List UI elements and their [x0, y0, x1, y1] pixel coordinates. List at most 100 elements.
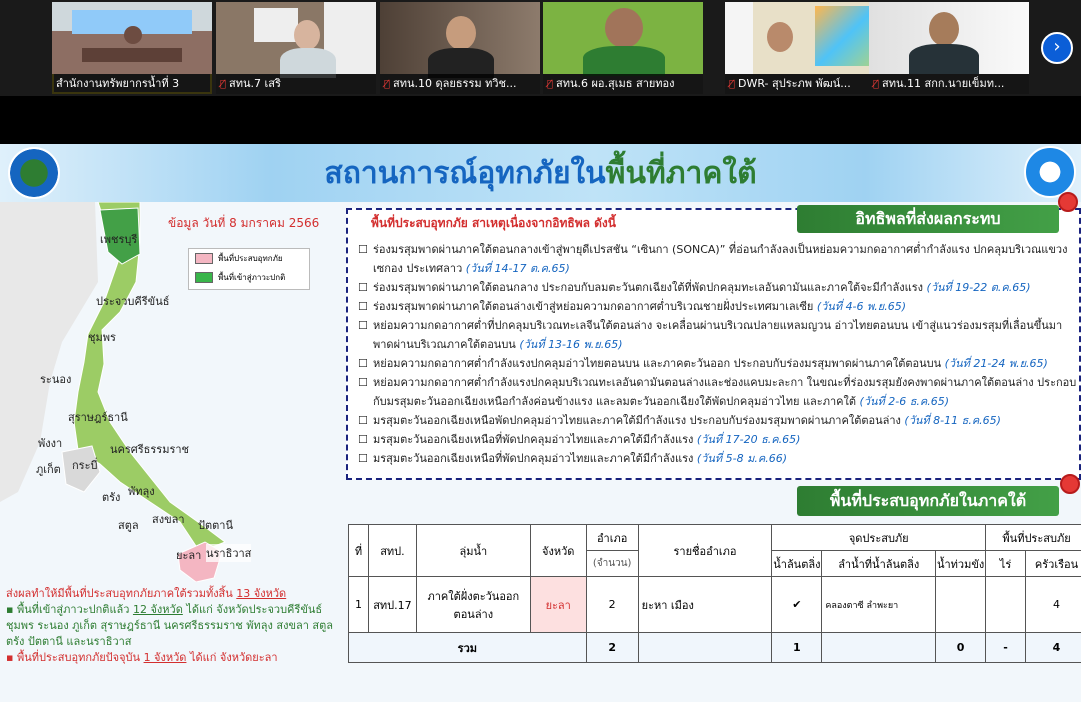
legend-swatch: [195, 272, 213, 283]
cell: [637, 632, 773, 663]
col-header: น้ำล้นตลิ่ง: [771, 550, 823, 577]
cell: ✔: [771, 576, 823, 633]
cell: 2: [585, 632, 639, 663]
person-head: [124, 26, 142, 44]
pushpin-icon: [1058, 192, 1078, 212]
cause-item: หย่อมความกดอากาศต่ำกำลังแรงปกคลุมอ่าวไทย…: [358, 354, 1078, 373]
cell: 4: [1025, 632, 1081, 663]
col-header-unit: (จำนวน): [585, 550, 639, 577]
cell: ยะลา: [529, 576, 587, 633]
person-body: [583, 46, 665, 76]
slide-title: สถานการณ์อุทกภัยในพื้นที่ภาคใต้: [324, 156, 757, 191]
participant-tile[interactable]: สำนักงานทรัพยากรน้ำที่ 3: [52, 2, 212, 94]
province-label: สตูล: [118, 519, 139, 532]
desk: [82, 48, 182, 62]
participant-tile[interactable]: 🎙̸ สทน.7 เสริ: [216, 2, 376, 94]
table-row: 1 สทป.17 ภาคใต้ฝั่งตะวันออก ตอนล่าง ยะลา…: [348, 576, 1081, 633]
participant-tile[interactable]: 🎙̸ DWR- สุประภพ พัฒน์...: [725, 2, 885, 94]
cause-title: พื้นที่ประสบอุทกภัย สาเหตุเนื่องจากอิทธิ…: [371, 216, 616, 230]
cell: [821, 632, 937, 663]
col-header: ที่: [348, 524, 369, 577]
col-header: ครัวเรือน: [1025, 550, 1081, 577]
summary-total: ส่งผลทำให้มีพื้นที่ประสบอุทกภัยภาคใต้รวม…: [6, 587, 287, 600]
cell: 4: [1025, 576, 1081, 633]
cell: ภาคใต้ฝั่งตะวันออก ตอนล่าง: [415, 576, 531, 633]
shared-slide: สถานการณ์อุทกภัยในพื้นที่ภาคใต้ ข้อมูล ว…: [0, 144, 1081, 702]
cause-item: ร่องมรสุมพาดผ่านภาคใต้ตอนกลางเข้าสู่พายุ…: [358, 240, 1078, 278]
cell: 0: [935, 632, 987, 663]
col-header: สทป.: [367, 524, 417, 577]
video-feed: [380, 2, 540, 78]
province-label: สงขลา: [152, 513, 185, 526]
affected-area-header: พื้นที่ประสบอุทกภัยในภาคใต้: [797, 486, 1059, 516]
participant-tile[interactable]: 🎙̸ สทน.10 ดุลยธรรม ทวิช...: [380, 2, 540, 94]
legend-swatch: [195, 253, 213, 264]
cause-item: มรสุมตะวันออกเฉียงเหนือที่พัดปกคลุมอ่าวไ…: [358, 430, 1078, 449]
province-label: ประจวบคีรีขันธ์: [96, 295, 170, 308]
col-header: ลำน้ำที่น้ำล้นตลิ่ง: [821, 550, 937, 577]
cell: คลองตาซี ลำพะยา: [821, 576, 937, 633]
province-label: พัทลุง: [128, 485, 155, 498]
province-label: ปัตตานี: [198, 519, 233, 532]
wall-frame: [254, 8, 298, 42]
participant-strip: สำนักงานทรัพยากรน้ำที่ 3 🎙̸ สทน.7 เสริ 🎙̸…: [0, 0, 1081, 96]
cell: -: [985, 632, 1026, 663]
cause-item: ร่องมรสุมพาดผ่านภาคใต้ตอนกลาง ประกอบกับล…: [358, 278, 1078, 297]
person-head: [446, 16, 476, 50]
paper-wall: [725, 2, 753, 74]
video-feed: [543, 2, 703, 76]
summary-text: ส่งผลทำให้มีพื้นที่ประสบอุทกภัยภาคใต้รวม…: [6, 586, 344, 666]
participant-name: 🎙̸ สทน.11 สกก.นายเข็มท...: [869, 74, 1029, 94]
slide-title-bar: สถานการณ์อุทกภัยในพื้นที่ภาคใต้: [0, 144, 1081, 202]
col-header: พื้นที่ประสบภัย: [985, 524, 1081, 551]
spacer: [0, 96, 1081, 144]
col-header: ลุ่มน้ำ: [415, 524, 531, 577]
cause-item: มรสุมตะวันออกเฉียงเหนือที่พัดปกคลุมอ่าวไ…: [358, 449, 1078, 468]
participant-tile[interactable]: 🎙̸ สทน.6 ผอ.สุเมธ สายทอง: [543, 2, 703, 94]
person-head: [294, 20, 320, 50]
col-header: อำเภอ: [585, 524, 639, 551]
participant-name: 🎙̸ สทน.6 ผอ.สุเมธ สายทอง: [543, 74, 703, 94]
province-label: นราธิวาส: [206, 544, 252, 562]
agency-logo-icon: [1024, 146, 1076, 198]
cell: [935, 576, 987, 633]
participant-tile[interactable]: 🎙̸ สทน.11 สกก.นายเข็มท...: [869, 2, 1029, 94]
province-label: ระนอง: [40, 373, 72, 386]
province-label: พังงา: [38, 437, 63, 450]
video-feed: [52, 2, 212, 74]
mic-muted-icon: 🎙̸: [384, 79, 391, 90]
video-feed: [725, 2, 885, 74]
cell: สทป.17: [367, 576, 417, 633]
cell: 1: [348, 576, 369, 633]
participant-name: 🎙̸ สทน.7 เสริ: [216, 74, 376, 94]
province-label: กระบี่: [72, 459, 98, 472]
participant-name: 🎙̸ DWR- สุประภพ พัฒน์...: [725, 74, 885, 94]
summary-normal: ▪ พื้นที่เข้าสู่ภาวะปกติแล้ว 12 จังหวัด …: [6, 603, 333, 648]
col-header: รายชื่ออำเภอ: [637, 524, 773, 577]
col-header: ไร่: [985, 550, 1026, 577]
table-total-row: รวม 2 1 0 - 4: [348, 632, 1081, 663]
person-head: [767, 22, 793, 52]
cause-item: หย่อมความกดอากาศต่ำกำลังแรงปกคลุมบริเวณท…: [358, 373, 1078, 411]
video-feed: [216, 2, 376, 78]
person-head: [605, 8, 643, 48]
next-page-button[interactable]: ›: [1041, 32, 1073, 64]
province-label: สุราษฎร์ธานี: [68, 411, 128, 424]
col-header: น้ำท่วมขัง: [935, 550, 987, 577]
province-label: ยะลา: [176, 549, 202, 562]
province-label: เพชรบุรี: [100, 233, 138, 246]
pushpin-icon: [1060, 474, 1080, 494]
cell: รวม: [348, 632, 587, 663]
person-head: [929, 12, 959, 46]
video-feed: [869, 2, 1029, 74]
province-label: นครศรีธรรมราช: [110, 443, 190, 456]
province-label: ตรัง: [102, 491, 121, 504]
flood-table: ที่ สทป. ลุ่มน้ำ จังหวัด อำเภอ รายชื่ออำ…: [348, 524, 1081, 663]
legend-item: พื้นที่ประสบอุทกภัย: [189, 249, 309, 268]
cell: 1: [771, 632, 823, 663]
participant-name: 🎙̸ สทน.10 ดุลยธรรม ทวิช...: [380, 74, 540, 94]
legend-item: พื้นที่เข้าสู่ภาวะปกติ: [189, 268, 309, 287]
cell: [985, 576, 1026, 633]
map-legend: พื้นที่ประสบอุทกภัย พื้นที่เข้าสู่ภาวะปก…: [188, 248, 310, 290]
cause-item: ร่องมรสุมพาดผ่านภาคใต้ตอนล่างเข้าสู่หย่อ…: [358, 297, 1078, 316]
